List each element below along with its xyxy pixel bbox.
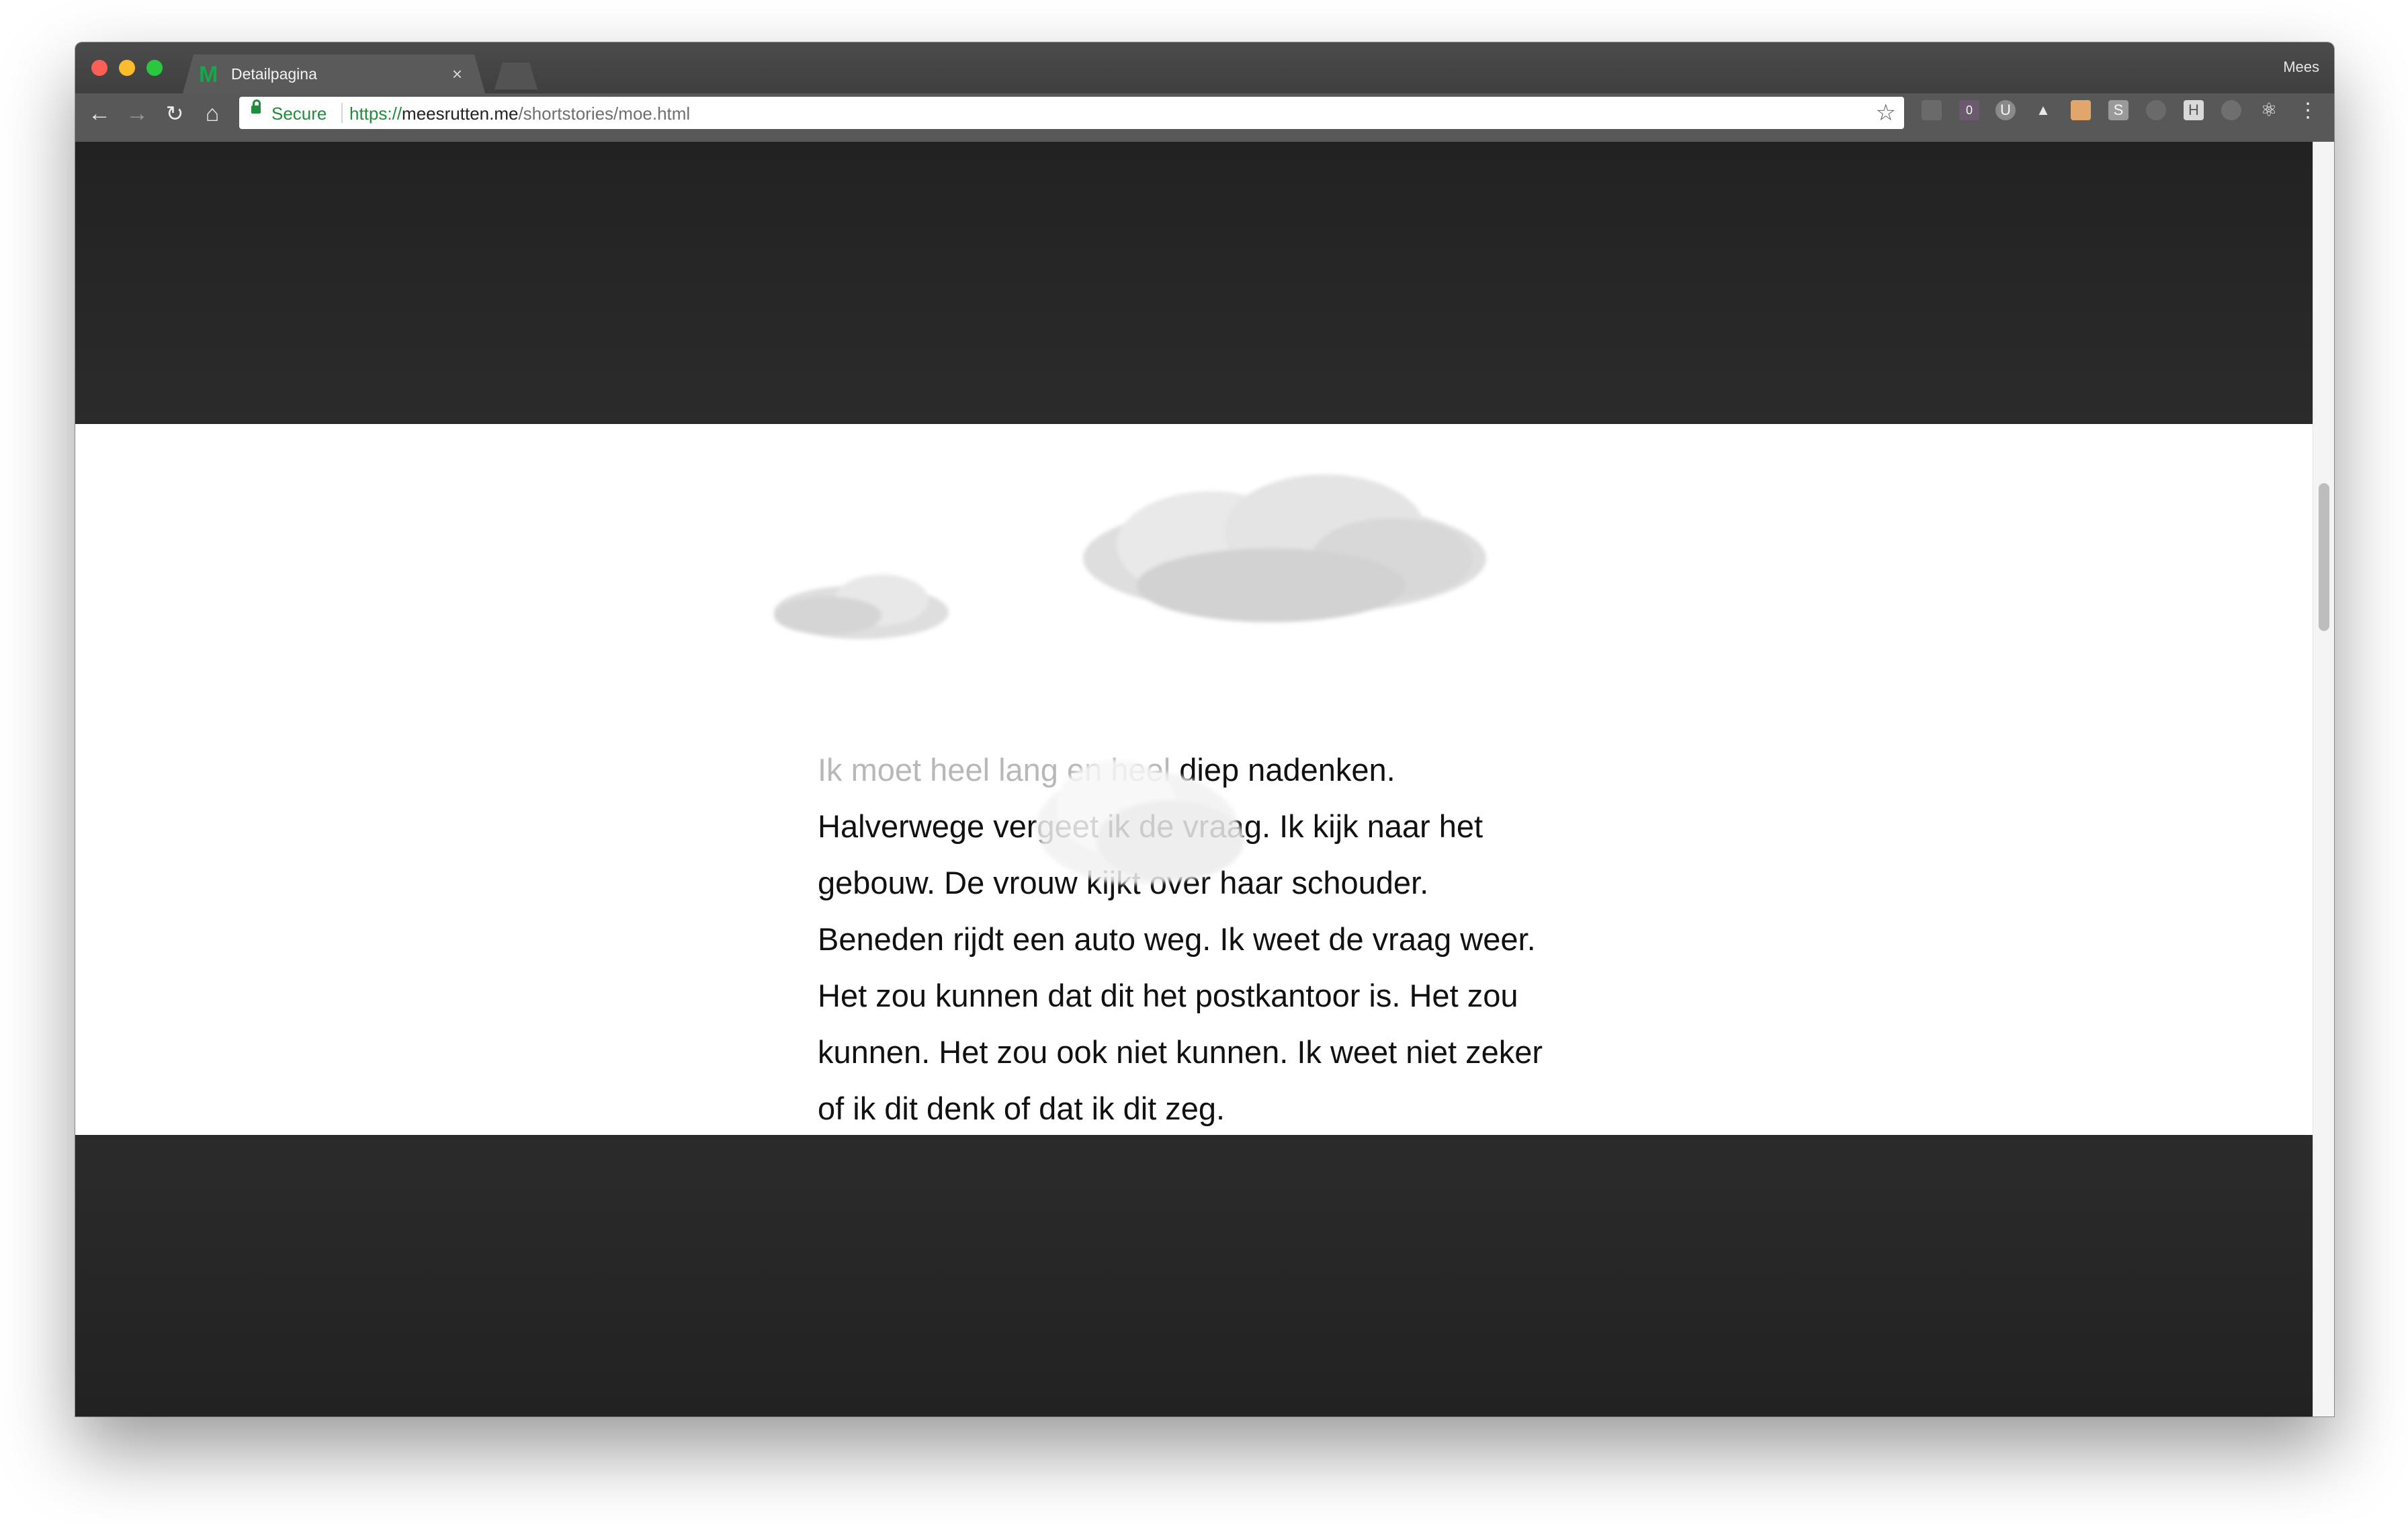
window-controls	[91, 60, 163, 76]
url-path: /shortstories/moe.html	[518, 103, 691, 124]
back-arrow-icon[interactable]: ←	[86, 100, 113, 127]
url-scheme: https://	[349, 103, 402, 124]
small-cloud-image	[774, 575, 949, 639]
new-tab-button[interactable]	[494, 62, 538, 89]
tab-strip: M Detailpagina × Mees	[75, 42, 2334, 93]
reload-icon[interactable]: ↻	[161, 100, 188, 127]
bookmark-star-icon[interactable]: ☆	[1876, 99, 1896, 126]
site-favicon-icon: M	[199, 62, 218, 87]
face-extension-icon[interactable]	[2071, 100, 2091, 120]
tab-detailpagina[interactable]: M Detailpagina ×	[183, 54, 485, 93]
top-dark-band	[75, 142, 2313, 424]
story-line-7: of ik dit denk of dat ik dit zeg.	[818, 1091, 1226, 1126]
url-host: meesrutten.me	[402, 103, 519, 124]
browser-window: M Detailpagina × Mees ← → ↻ ⌂ Secure htt…	[75, 42, 2334, 1416]
ublock-icon[interactable]: U	[1995, 100, 2016, 120]
story-line-4: Beneden rijdt een auto weg. Ik weet de v…	[818, 921, 1536, 957]
lock-icon	[251, 99, 261, 114]
story-line-5: Het zou kunnen dat dit het postkantoor i…	[818, 978, 1518, 1013]
browser-menu-icon[interactable]: ⋮	[2298, 99, 2318, 122]
story-line-6: kunnen. Het zou ook niet kunnen. Ik weet…	[818, 1034, 1543, 1070]
react-devtools-icon[interactable]: ⚛	[2259, 100, 2279, 120]
address-separator	[341, 103, 343, 123]
s-extension-icon[interactable]: S	[2108, 100, 2128, 120]
profile-button[interactable]: Mees	[2283, 58, 2319, 76]
text-cloud-image	[1036, 760, 1244, 884]
google-drive-icon[interactable]: ▲	[2033, 100, 2053, 120]
page-content: Ik moet heel lang en heel diep nadenken.…	[75, 142, 2313, 1416]
h-extension-icon[interactable]: H	[2184, 100, 2204, 120]
tab-title: Detailpagina	[231, 65, 317, 83]
large-cloud-image	[1083, 474, 1486, 622]
home-icon[interactable]: ⌂	[199, 100, 226, 127]
minimize-window-button[interactable]	[119, 60, 135, 76]
vertical-scrollbar[interactable]	[2313, 142, 2334, 1416]
cast-icon[interactable]	[1922, 100, 1942, 120]
address-bar[interactable]: Secure https://meesrutten.me/shortstorie…	[239, 97, 1904, 129]
record-extension-icon[interactable]	[2221, 100, 2241, 120]
url-text[interactable]: https://meesrutten.me/shortstories/moe.h…	[349, 103, 690, 124]
maximize-window-button[interactable]	[146, 60, 163, 76]
badge-extension-icon[interactable]: 0	[1959, 100, 1979, 120]
close-window-button[interactable]	[91, 60, 108, 76]
secure-label: Secure	[271, 103, 327, 124]
bottom-dark-band	[75, 1135, 2313, 1416]
scrollbar-thumb[interactable]	[2319, 483, 2329, 631]
tab-close-icon[interactable]: ×	[452, 64, 462, 85]
disabled-extension-icon[interactable]	[2146, 100, 2166, 120]
forward-arrow-icon[interactable]: →	[124, 100, 150, 127]
